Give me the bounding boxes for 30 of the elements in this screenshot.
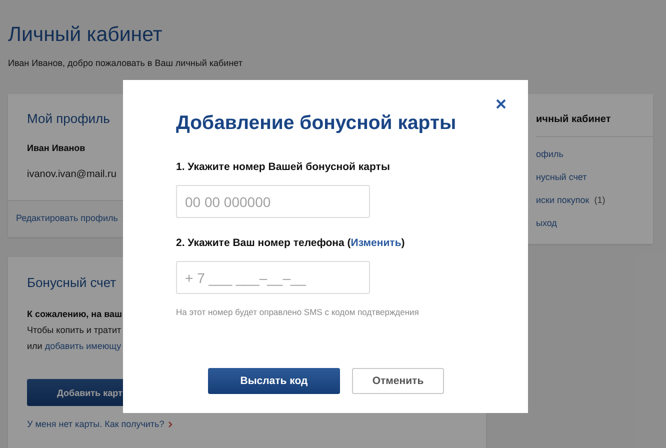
change-link[interactable]: Изменить <box>350 237 402 249</box>
bracket-text: ) <box>401 237 405 249</box>
card-title: Бонусный счет <box>27 275 116 291</box>
user-name: Иван Иванов <box>27 143 86 153</box>
welcome-text: Иван Иванов, добро пожаловать в Ваш личный кабинет <box>8 57 244 69</box>
get-card-link[interactable]: У меня нет карты. Как получить? <box>27 419 164 429</box>
item-count: (1) <box>594 195 606 207</box>
modal-title: Добавление бонусной карты <box>176 111 458 136</box>
hint-text: На этот номер будет оправлено SMS с кодом подтверждения <box>176 307 420 317</box>
cancel-button[interactable]: Отменить <box>352 368 444 394</box>
close-icon[interactable] <box>495 98 507 110</box>
info-text: или <box>27 341 42 351</box>
add-card-link[interactable]: добавить имеющу <box>44 341 122 351</box>
field-label: 2. Укажите Ваш номер телефона ( <box>176 237 351 249</box>
sidebar-item[interactable]: нусный счет <box>536 172 587 195</box>
card-number-field[interactable]: 00 00 000000 <box>176 185 370 218</box>
notice-text: К сожалению, на ваш <box>27 308 122 321</box>
chevron-icon <box>168 420 174 428</box>
sidebar-item[interactable]: иски покупок <box>536 195 590 218</box>
edit-profile-link[interactable]: Редактировать профиль <box>16 213 118 223</box>
page-title: Личный кабинет <box>8 22 164 48</box>
send-code-button[interactable]: Выслать код <box>208 368 340 394</box>
sidebar-title: ичный кабинет <box>536 94 653 137</box>
info-text: Чтобы копить и тратит <box>27 324 122 337</box>
user-email: ivanov.ivan@mail.ru <box>27 169 116 180</box>
sidebar-item[interactable]: ыход <box>536 218 557 241</box>
card-title: Мой профиль <box>27 111 110 127</box>
phone-field[interactable]: + 7 ___ ___–__–__ <box>176 261 370 294</box>
sidebar-item[interactable]: офиль <box>536 149 564 172</box>
field-label: 1. Укажите номер Вашей бонусной карты <box>176 161 391 173</box>
